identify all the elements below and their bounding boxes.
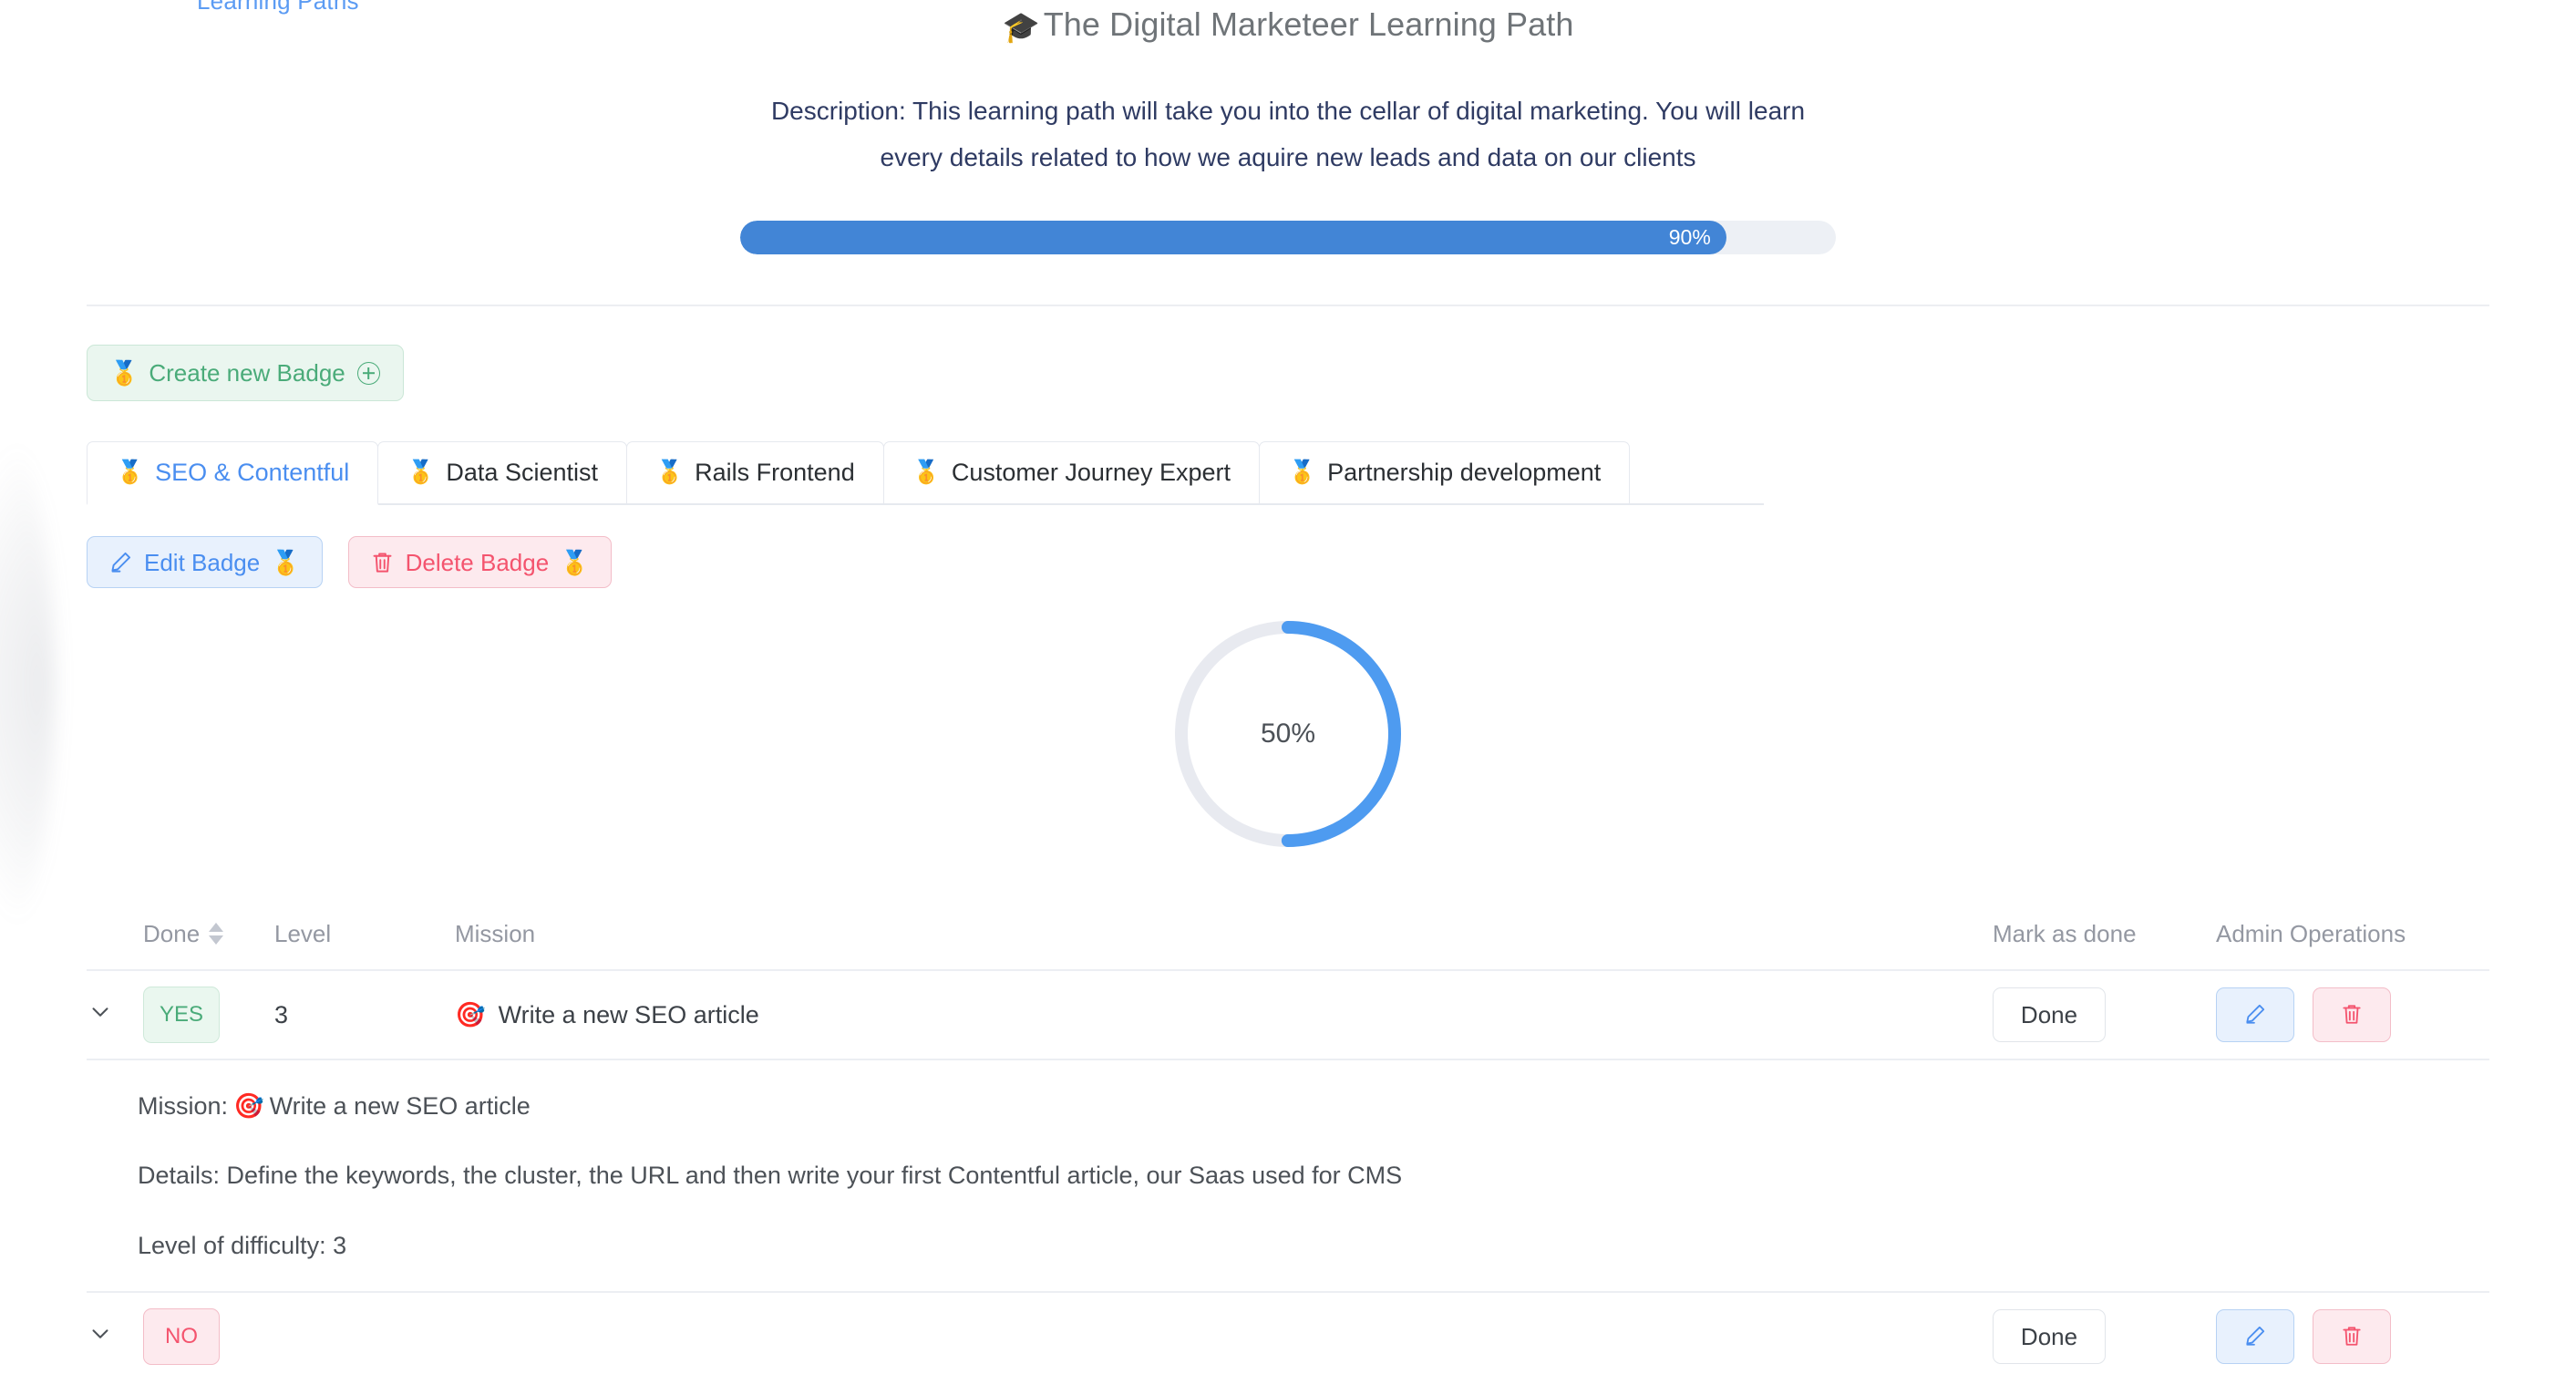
detail-mission-line: Mission: 🎯 Write a new SEO article [138,1091,2489,1121]
path-description: Description: This learning path will tak… [770,97,1806,171]
tab-partnership-development[interactable]: 🥇 Partnership development [1258,441,1631,503]
mission-detail-panel: Mission: 🎯 Write a new SEO article Details:… [87,1059,2489,1291]
trash-icon [2340,1324,2364,1350]
chevron-down-icon[interactable] [87,1320,114,1348]
detail-mission-text: Write a new SEO article [269,1092,531,1120]
graduation-cap-icon: 🎓 [1002,10,1040,44]
medal-icon: 🥇 [560,548,590,576]
level-cell: 3 [274,1000,289,1028]
badge-tabs[interactable]: 🥇 SEO & Contentful 🥇 Data Scientist 🥇 Rails F… [87,441,1764,505]
create-badge-row: 🥇 Create new Badge [0,306,2576,401]
progress-percent-label: 90% [1668,225,1711,249]
detail-difficulty-line: Level of difficulty: 3 [138,1231,347,1259]
detail-details-line: Details: Define the keywords, the cluste… [138,1162,1403,1190]
mark-as-done-button[interactable]: Done [1993,1309,2106,1365]
chevron-down-icon[interactable] [87,998,114,1026]
tab-label: SEO & Contentful [155,459,350,486]
admin-operations-cell [2216,1309,2489,1365]
tab-label: Partnership development [1327,459,1602,486]
create-new-badge-button[interactable]: 🥇 Create new Badge [87,345,404,401]
edit-mission-button[interactable] [2216,1309,2294,1365]
donut-percent-label: 50% [1260,718,1316,749]
page-title-text: The Digital Marketeer Learning Path [1043,5,1574,43]
tab-seo-contentful[interactable]: 🥇 SEO & Contentful [87,441,379,505]
edit-badge-label: Edit Badge [144,548,261,576]
target-icon: 🎯 [455,1001,486,1028]
progress-bar-fill: 90% [740,221,1726,254]
medal-icon: 🥇 [912,460,941,485]
mission-cell: 🎯 Write a new SEO article [455,1000,1993,1029]
tab-customer-journey-expert[interactable]: 🥇 Customer Journey Expert [882,441,1260,503]
tab-label: Customer Journey Expert [951,459,1231,486]
medal-icon: 🥇 [109,359,139,387]
mission-title: Write a new SEO article [498,1000,759,1028]
mark-as-done-button[interactable]: Done [1993,987,2106,1042]
main-content: 🎓 The Digital Marketeer Learning Path Des… [0,0,2576,1380]
status-badge: YES [143,987,220,1043]
tab-label: Rails Frontend [695,459,855,486]
create-new-badge-label: Create new Badge [149,359,345,387]
done-column-label: Done [143,919,201,947]
overall-progress-bar: 90% [740,221,1836,254]
mark-as-done-cell: Done [1993,987,2216,1042]
pencil-icon [2243,1002,2267,1028]
plus-circle-icon [356,361,380,385]
admin-operations-cell [2216,987,2489,1042]
medal-icon: 🥇 [271,548,301,576]
level-column-header: Level [274,919,332,947]
trash-icon [370,550,395,574]
trash-icon [2340,1002,2364,1028]
mark-as-done-cell: Done [1993,1309,2216,1365]
medal-icon: 🥇 [654,460,685,485]
expand-row-cell [87,1320,143,1354]
target-icon: 🎯 [233,1092,264,1120]
detail-mission-label: Mission: [138,1092,229,1120]
learning-path-page: Learning Paths 🎓 The Digital Marketeer Le… [0,0,2576,1395]
tab-data-scientist[interactable]: 🥇 Data Scientist [377,441,627,503]
missions-table: Done Level Mission Mark as done Admin Op… [87,898,2489,1380]
table-body: YES 3 🎯 Write a new SEO article Done Mission:… [87,969,2489,1380]
pencil-icon [2243,1324,2267,1350]
delete-mission-button[interactable] [2313,1309,2391,1365]
delete-badge-label: Delete Badge [405,548,550,576]
delete-badge-button[interactable]: Delete Badge 🥇 [347,536,612,588]
badge-completion-donut: 50% [0,597,2576,871]
tab-label: Data Scientist [446,459,598,486]
badge-actions: Edit Badge 🥇 Delete Badge 🥇 [87,536,2576,588]
mission-column-header: Mission [455,919,536,947]
done-cell: NO [143,1308,274,1366]
done-column-header[interactable]: Done [143,920,274,948]
pencil-icon [108,550,133,574]
table-row: YES 3 🎯 Write a new SEO article Done [87,969,2489,1059]
done-cell: YES [143,987,274,1043]
medal-icon: 🥇 [116,460,145,485]
edit-badge-button[interactable]: Edit Badge 🥇 [87,536,323,588]
admin-operations-column-header: Admin Operations [2216,919,2406,947]
tab-rails-frontend[interactable]: 🥇 Rails Frontend [625,441,884,503]
medal-icon: 🥇 [407,460,436,485]
sort-icon[interactable] [209,923,224,945]
edit-mission-button[interactable] [2216,987,2294,1042]
expand-row-cell [87,998,143,1032]
mark-as-done-column-header: Mark as done [1993,919,2137,947]
table-header-row: Done Level Mission Mark as done Admin Op… [87,898,2489,969]
status-badge: NO [143,1308,220,1366]
delete-mission-button[interactable] [2313,987,2391,1042]
medal-icon: 🥇 [1287,460,1317,485]
table-row: NO Done [87,1291,2489,1380]
page-title: 🎓 The Digital Marketeer Learning Path [0,0,2576,46]
